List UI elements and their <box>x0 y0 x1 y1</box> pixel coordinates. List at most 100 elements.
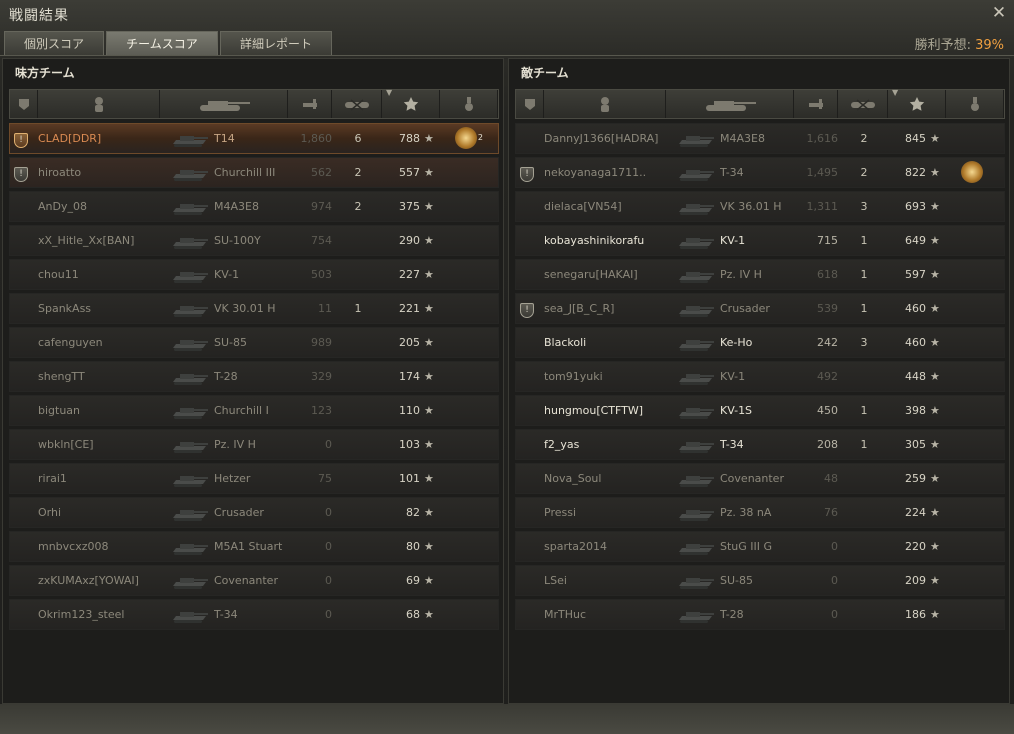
player-name[interactable]: bigtuan <box>38 396 178 425</box>
medal-icon[interactable]: 2 <box>455 124 485 153</box>
allied-player-row[interactable]: cafenguyen SU-85 989 205 ★ <box>9 327 499 358</box>
kills-value: 1 <box>860 302 868 315</box>
xp-value: 460 <box>905 302 926 315</box>
player-name[interactable]: Orhi <box>38 498 178 527</box>
tab-team-score[interactable]: チームスコア <box>106 31 218 55</box>
allied-header-kills-icon[interactable] <box>332 90 382 118</box>
player-name[interactable]: cafenguyen <box>38 328 178 357</box>
damage-value: 0 <box>831 540 838 553</box>
enemy-header-damage-icon[interactable] <box>794 90 838 118</box>
player-name[interactable]: wbkln[CE] <box>38 430 178 459</box>
kills-value: 3 <box>860 200 868 213</box>
enemy-player-row[interactable]: LSei SU-85 0 209 ★ <box>515 565 1005 596</box>
allied-header-badge-icon[interactable] <box>10 90 38 118</box>
vehicle-name: T-34 <box>720 166 744 179</box>
allied-player-row[interactable]: mnbvcxz008 M5A1 Stuart 0 80 ★ <box>9 531 499 562</box>
tab-detailed-report[interactable]: 詳細レポート <box>220 31 332 55</box>
enemy-player-row[interactable]: senegaru[HAKAI] Pz. IV H 618 1 597 ★ <box>515 259 1005 290</box>
vehicle-name: SU-100Y <box>214 234 261 247</box>
enemy-player-row[interactable]: dielaca[VN54] VK 36.01 H 1,311 3 693 ★ <box>515 191 1005 222</box>
player-name[interactable]: zxKUMAxz[YOWAI] <box>38 566 178 595</box>
player-name[interactable]: DannyJ1366[HADRA] <box>544 124 684 153</box>
player-name[interactable]: MrTHuc <box>544 600 684 629</box>
platoon-badge-icon <box>520 362 538 391</box>
enemy-header-tank-icon[interactable] <box>666 90 794 118</box>
player-name[interactable]: AnDy_08 <box>38 192 178 221</box>
enemy-player-row[interactable]: tom91yuki KV-1 492 448 ★ <box>515 361 1005 392</box>
player-name[interactable]: tom91yuki <box>544 362 684 391</box>
enemy-player-row[interactable]: kobayashinikorafu KV-1 715 1 649 ★ <box>515 225 1005 256</box>
allied-header-player-icon[interactable] <box>38 90 160 118</box>
player-name[interactable]: senegaru[HAKAI] <box>544 260 684 289</box>
enemy-player-row[interactable]: Pressi Pz. 38 nA 76 224 ★ <box>515 497 1005 528</box>
enemy-header-player-icon[interactable] <box>544 90 666 118</box>
player-name[interactable]: SpankAss <box>38 294 178 323</box>
player-name[interactable]: sea_J[B_C_R] <box>544 294 684 323</box>
allied-header-medal-icon[interactable] <box>440 90 498 118</box>
player-name[interactable]: CLAD[DDR] <box>38 124 178 153</box>
player-name[interactable]: nekoyanaga1711.. <box>544 158 684 187</box>
allied-player-row[interactable]: xX_Hitle_Xx[BAN] SU-100Y 754 290 ★ <box>9 225 499 256</box>
enemy-player-row[interactable]: hungmou[CTFTW] KV-1S 450 1 398 ★ <box>515 395 1005 426</box>
enemy-player-row[interactable]: ! sea_J[B_C_R] Crusader 539 1 460 ★ <box>515 293 1005 324</box>
close-icon[interactable]: ✕ <box>990 4 1008 22</box>
allied-player-row[interactable]: zxKUMAxz[YOWAI] Covenanter 0 69 ★ <box>9 565 499 596</box>
player-name[interactable]: sparta2014 <box>544 532 684 561</box>
allied-player-row[interactable]: rirai1 Hetzer 75 101 ★ <box>9 463 499 494</box>
damage-value: 989 <box>311 336 332 349</box>
player-name[interactable]: LSei <box>544 566 684 595</box>
player-name[interactable]: hiroatto <box>38 158 178 187</box>
player-name[interactable]: chou11 <box>38 260 178 289</box>
platoon-badge-icon <box>520 328 538 357</box>
allied-player-row[interactable]: shengTT T-28 329 174 ★ <box>9 361 499 392</box>
allied-player-row[interactable]: chou11 KV-1 503 227 ★ <box>9 259 499 290</box>
player-name[interactable]: hungmou[CTFTW] <box>544 396 684 425</box>
enemy-player-row[interactable]: DannyJ1366[HADRA] M4A3E8 1,616 2 845 ★ <box>515 123 1005 154</box>
player-name[interactable]: Pressi <box>544 498 684 527</box>
enemy-player-row[interactable]: MrTHuc T-28 0 186 ★ <box>515 599 1005 630</box>
tab-bar: 個別スコア チームスコア 詳細レポート <box>4 31 334 55</box>
allied-player-row[interactable]: Orhi Crusader 0 82 ★ <box>9 497 499 528</box>
player-name[interactable]: f2_yas <box>544 430 684 459</box>
enemy-header-medal-icon[interactable] <box>946 90 1004 118</box>
tab-personal-score[interactable]: 個別スコア <box>4 31 104 55</box>
sort-arrow-icon: ▼ <box>386 88 393 97</box>
enemy-header-badge-icon[interactable] <box>516 90 544 118</box>
player-name[interactable]: Nova_Soul <box>544 464 684 493</box>
allied-header-xp-icon[interactable]: ▼ <box>382 88 440 118</box>
enemy-player-row[interactable]: sparta2014 StuG III G 0 220 ★ <box>515 531 1005 562</box>
allied-player-row[interactable]: bigtuan Churchill I 123 110 ★ <box>9 395 499 426</box>
player-name[interactable]: Blackoli <box>544 328 684 357</box>
allied-player-row[interactable]: SpankAss VK 30.01 H 11 1 221 ★ <box>9 293 499 324</box>
allied-header-tank-icon[interactable] <box>160 90 288 118</box>
enemy-header-xp-icon[interactable]: ▼ <box>888 88 946 118</box>
allied-player-row[interactable]: ! CLAD[DDR] T14 1,860 6 788 ★ 2 <box>9 123 499 154</box>
enemy-player-row[interactable]: f2_yas T-34 208 1 305 ★ <box>515 429 1005 460</box>
player-name[interactable]: Okrim123_steel <box>38 600 178 629</box>
player-name[interactable]: shengTT <box>38 362 178 391</box>
enemy-player-row[interactable]: Nova_Soul Covenanter 48 259 ★ <box>515 463 1005 494</box>
vehicle-name: KV-1 <box>720 234 746 247</box>
enemy-header-kills-icon[interactable] <box>838 90 888 118</box>
allied-header-damage-icon[interactable] <box>288 90 332 118</box>
allied-player-row[interactable]: AnDy_08 M4A3E8 974 2 375 ★ <box>9 191 499 222</box>
player-name[interactable]: rirai1 <box>38 464 178 493</box>
player-name[interactable]: kobayashinikorafu <box>544 226 684 255</box>
star-icon: ★ <box>930 574 940 587</box>
kills-value: 1 <box>860 268 868 281</box>
player-name[interactable]: mnbvcxz008 <box>38 532 178 561</box>
enemy-player-row[interactable]: Blackoli Ke-Ho 242 3 460 ★ <box>515 327 1005 358</box>
allied-player-row[interactable]: ! hiroatto Churchill III 562 2 557 ★ <box>9 157 499 188</box>
allied-player-row[interactable]: Okrim123_steel T-34 0 68 ★ <box>9 599 499 630</box>
kills-value <box>854 600 874 629</box>
enemy-player-row[interactable]: ! nekoyanaga1711.. T-34 1,495 2 822 ★ <box>515 157 1005 188</box>
player-name[interactable]: dielaca[VN54] <box>544 192 684 221</box>
tank-icon <box>170 430 210 459</box>
medal-icon[interactable] <box>961 158 991 187</box>
allied-player-row[interactable]: wbkln[CE] Pz. IV H 0 103 ★ <box>9 429 499 460</box>
damage-value: 242 <box>817 336 838 349</box>
platoon-badge-icon <box>14 566 32 595</box>
allied-column-header: ▼ <box>9 88 499 119</box>
player-name[interactable]: xX_Hitle_Xx[BAN] <box>38 226 178 255</box>
xp-value: 822 <box>905 166 926 179</box>
